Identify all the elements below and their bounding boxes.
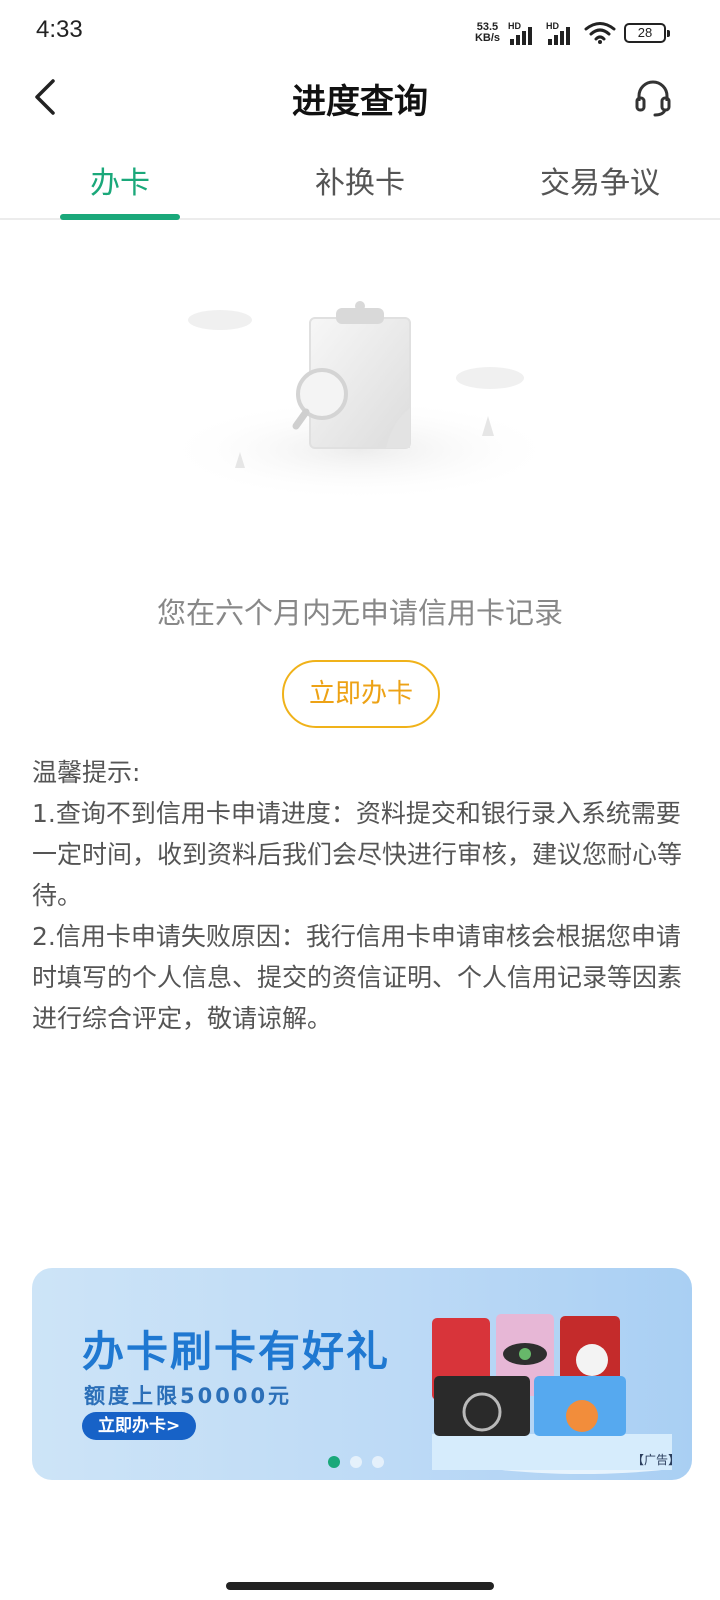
tab-apply-card[interactable]: 办卡 [0, 140, 240, 220]
battery-icon: 28 [624, 23, 670, 43]
promo-banner[interactable]: 办卡刷卡有好礼 额度上限50000元 立即办卡> 【广告】 [32, 1268, 692, 1480]
banner-apply-button[interactable]: 立即办卡> [82, 1412, 197, 1440]
pagination-dot[interactable] [350, 1456, 362, 1468]
banner-title: 办卡刷卡有好礼 [82, 1327, 391, 1376]
status-time: 4:33 [36, 16, 83, 43]
tips-item: 2.信用卡申请失败原因：我行信用卡申请审核会根据您申请时填写的个人信息、提交的资… [32, 922, 683, 1033]
signal-icon: HD [508, 21, 538, 45]
status-icons: 53.5 KB/s HD HD 28 [475, 20, 670, 46]
tips-section: 温馨提示: 1.查询不到信用卡申请进度：资料提交和银行录入系统需要一定时间，收到… [32, 752, 692, 1039]
customer-service-button[interactable] [628, 72, 678, 122]
tips-heading: 温馨提示: [32, 758, 141, 787]
pagination-dot[interactable] [372, 1456, 384, 1468]
page-title: 进度查询 [292, 82, 428, 122]
tab-transaction-dispute[interactable]: 交易争议 [480, 140, 720, 218]
headset-icon [635, 80, 671, 117]
network-speed: 53.5 KB/s [475, 22, 500, 44]
tab-bar: 办卡 补换卡 交易争议 [0, 140, 720, 220]
pagination-dot[interactable] [328, 1456, 340, 1468]
wifi-icon [584, 22, 616, 44]
status-bar: 4:33 53.5 KB/s HD HD 28 [0, 0, 720, 64]
tab-label: 交易争议 [540, 166, 660, 201]
banner-subtitle: 额度上限50000元 [84, 1384, 293, 1408]
signal-icon: HD [546, 21, 576, 45]
active-tab-indicator [60, 214, 180, 220]
tab-label: 办卡 [90, 166, 150, 201]
apply-card-button[interactable]: 立即办卡 [282, 660, 440, 728]
empty-state-message: 您在六个月内无申请信用卡记录 [156, 596, 563, 630]
tab-label: 补换卡 [315, 166, 405, 201]
app-header: 进度查询 [0, 64, 720, 130]
empty-state-illustration [160, 301, 560, 502]
ad-label: 【广告】 [631, 1453, 680, 1467]
tab-replace-card[interactable]: 补换卡 [240, 140, 480, 218]
banner-pagination [328, 1456, 384, 1468]
tips-item: 1.查询不到信用卡申请进度：资料提交和银行录入系统需要一定时间，收到资料后我们会… [32, 799, 683, 910]
home-indicator[interactable] [226, 1582, 494, 1590]
network-speed-unit: KB/s [474, 32, 500, 44]
